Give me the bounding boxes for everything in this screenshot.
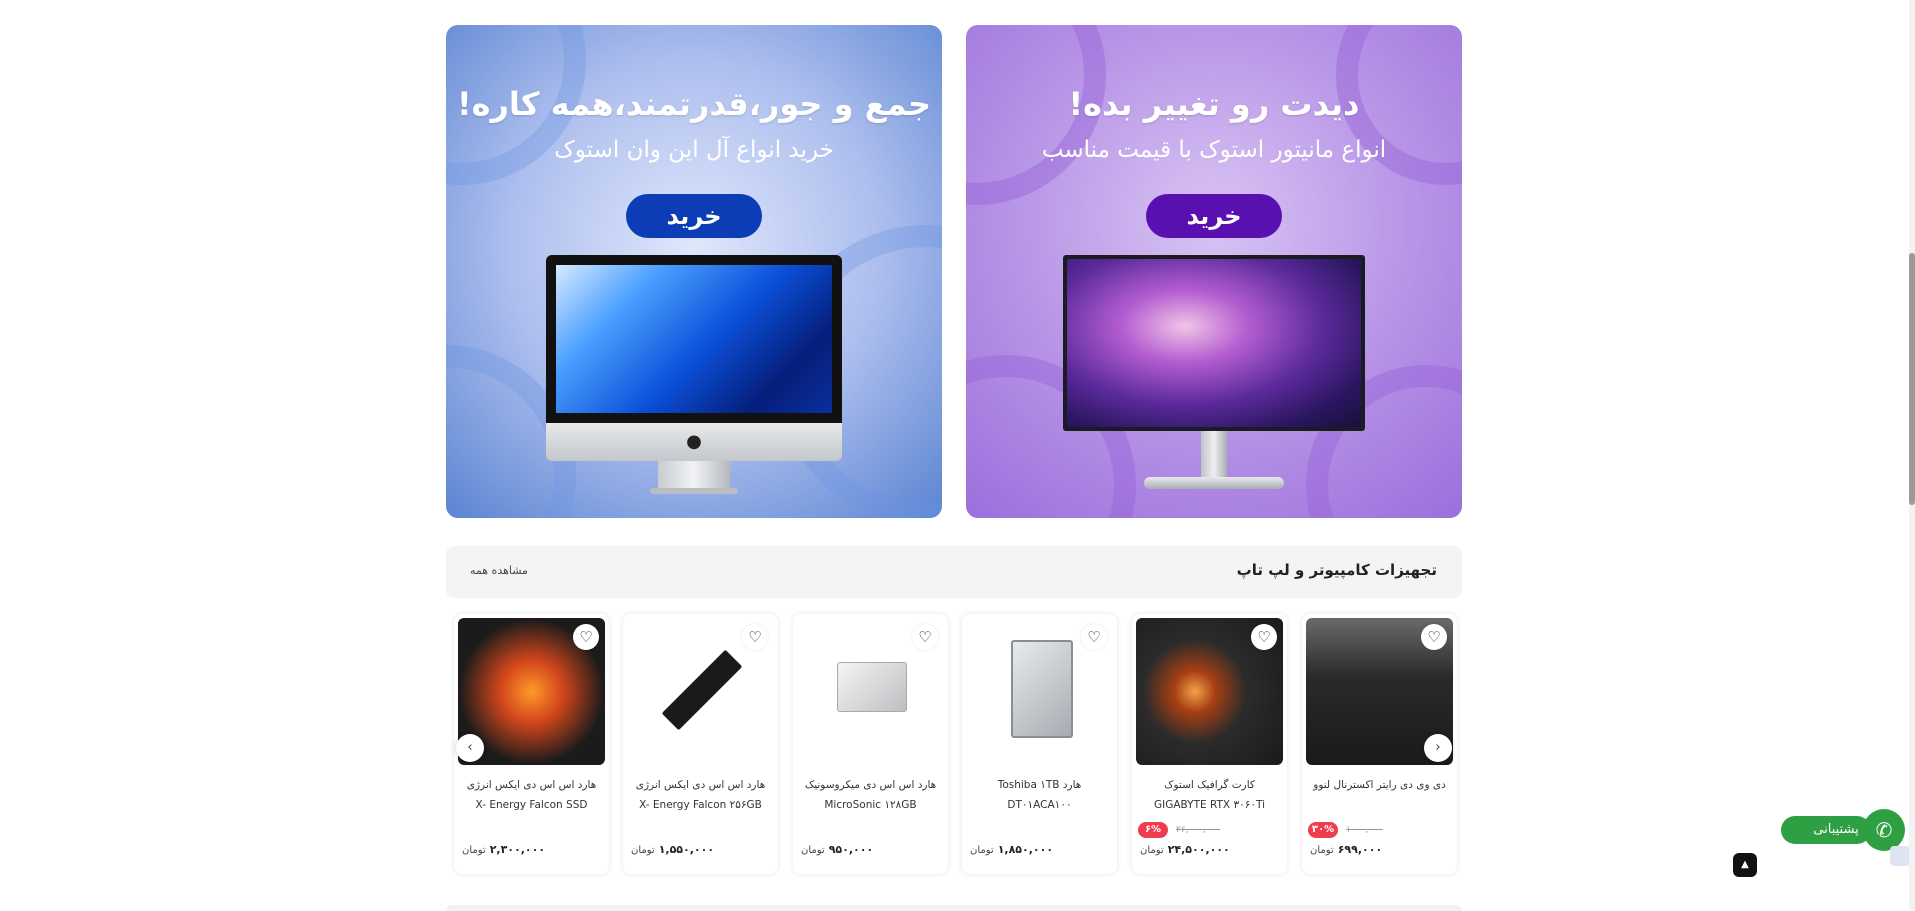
discount-badge: ۶% <box>1138 822 1168 838</box>
product-price: ۹۵۰,۰۰۰تومان <box>801 843 874 856</box>
old-price: ۱۰۰۰,۰۰۰ <box>1346 825 1383 835</box>
support-label[interactable]: پشتیبانی <box>1781 816 1871 844</box>
banner-subtitle: انواع مانیتور استوک با قیمت مناسب <box>1041 137 1387 163</box>
banner-title: دیدت رو تغییر بده! <box>1068 85 1360 123</box>
chevron-right-icon[interactable]: › <box>1424 734 1452 762</box>
heart-icon[interactable]: ♡ <box>1251 624 1277 650</box>
product-name[interactable]: هارد اس اس دی ایکس انرژی X- Energy Falco… <box>629 775 772 817</box>
banner-subtitle: خرید انواع آل این وان استوک <box>554 137 834 163</box>
support-widget[interactable]: پشتیبانی ✆ <box>1781 809 1911 851</box>
apple-logo-icon: ● <box>546 423 842 461</box>
buy-button[interactable]: خرید <box>626 194 762 238</box>
scrollbar-thumb[interactable] <box>1909 253 1915 505</box>
monitor-promo-banner[interactable]: دیدت رو تغییر بده! انواع مانیتور استوک ب… <box>966 25 1462 518</box>
next-section-edge <box>446 905 1462 911</box>
product-name[interactable]: هارد Toshiba ۱TB DT۰۱ACA۱۰۰ <box>968 775 1111 817</box>
monitor-image <box>1063 255 1365 510</box>
product-name[interactable]: کارت گرافیک استوک GIGABYTE RTX ۳۰۶۰Ti Ga… <box>1138 775 1281 817</box>
site-badge-icon <box>1890 846 1910 866</box>
product-price: ۶۹۹,۰۰۰تومان <box>1310 843 1383 856</box>
product-card[interactable]: ♡ هارد Toshiba ۱TB DT۰۱ACA۱۰۰ ۱,۸۵۰,۰۰۰ت… <box>962 614 1117 874</box>
product-card[interactable]: ♡ هارد اس اس دی میکروسونیک MicroSonic ۱۲… <box>793 614 948 874</box>
buy-button[interactable]: خرید <box>1146 194 1282 238</box>
product-price: ۲,۳۰۰,۰۰۰تومان <box>462 843 546 856</box>
heart-icon[interactable]: ♡ <box>573 624 599 650</box>
chevron-up-icon[interactable]: ▲ <box>1733 853 1757 877</box>
discount-badge: ۳۰% <box>1308 822 1338 838</box>
view-all-link[interactable]: مشاهده همه <box>470 564 528 577</box>
whatsapp-icon[interactable]: ✆ <box>1863 809 1905 851</box>
product-name[interactable]: هارد اس اس دی میکروسونیک MicroSonic ۱۲۸G… <box>799 775 942 817</box>
heart-icon[interactable]: ♡ <box>1081 624 1107 650</box>
product-price: ۱,۸۵۰,۰۰۰تومان <box>970 843 1054 856</box>
imac-image: ● <box>546 255 842 517</box>
chevron-left-icon[interactable]: ‹ <box>456 734 484 762</box>
page: دیدت رو تغییر بده! انواع مانیتور استوک ب… <box>0 0 1915 911</box>
product-card[interactable]: ♡ هارد اس اس دی ایکس انرژی X- Energy Fal… <box>623 614 778 874</box>
product-price: ۱,۵۵۰,۰۰۰تومان <box>631 843 715 856</box>
product-price: ۲۴,۵۰۰,۰۰۰تومان <box>1140 843 1230 856</box>
heart-icon[interactable]: ♡ <box>1421 624 1447 650</box>
banner-title: جمع و جور،قدرتمند،همه کاره! <box>457 85 931 123</box>
old-price: ۲۶,۰۰۰,۰۰۰ <box>1176 825 1221 835</box>
heart-icon[interactable]: ♡ <box>742 624 768 650</box>
product-name[interactable]: دی وی دی رایتر اکسترنال لنوو <box>1308 775 1451 817</box>
section-header: تجهیزات کامپیوتر و لپ تاپ مشاهده همه <box>446 546 1462 598</box>
product-name[interactable]: هارد اس اس دی ایکس انرژی X- Energy Falco… <box>460 775 603 817</box>
section-title: تجهیزات کامپیوتر و لپ تاپ <box>1236 561 1437 579</box>
product-card[interactable]: ♡ کارت گرافیک استوک GIGABYTE RTX ۳۰۶۰Ti … <box>1132 614 1287 874</box>
heart-icon[interactable]: ♡ <box>912 624 938 650</box>
all-in-one-promo-banner[interactable]: جمع و جور،قدرتمند،همه کاره! خرید انواع آ… <box>446 25 942 518</box>
